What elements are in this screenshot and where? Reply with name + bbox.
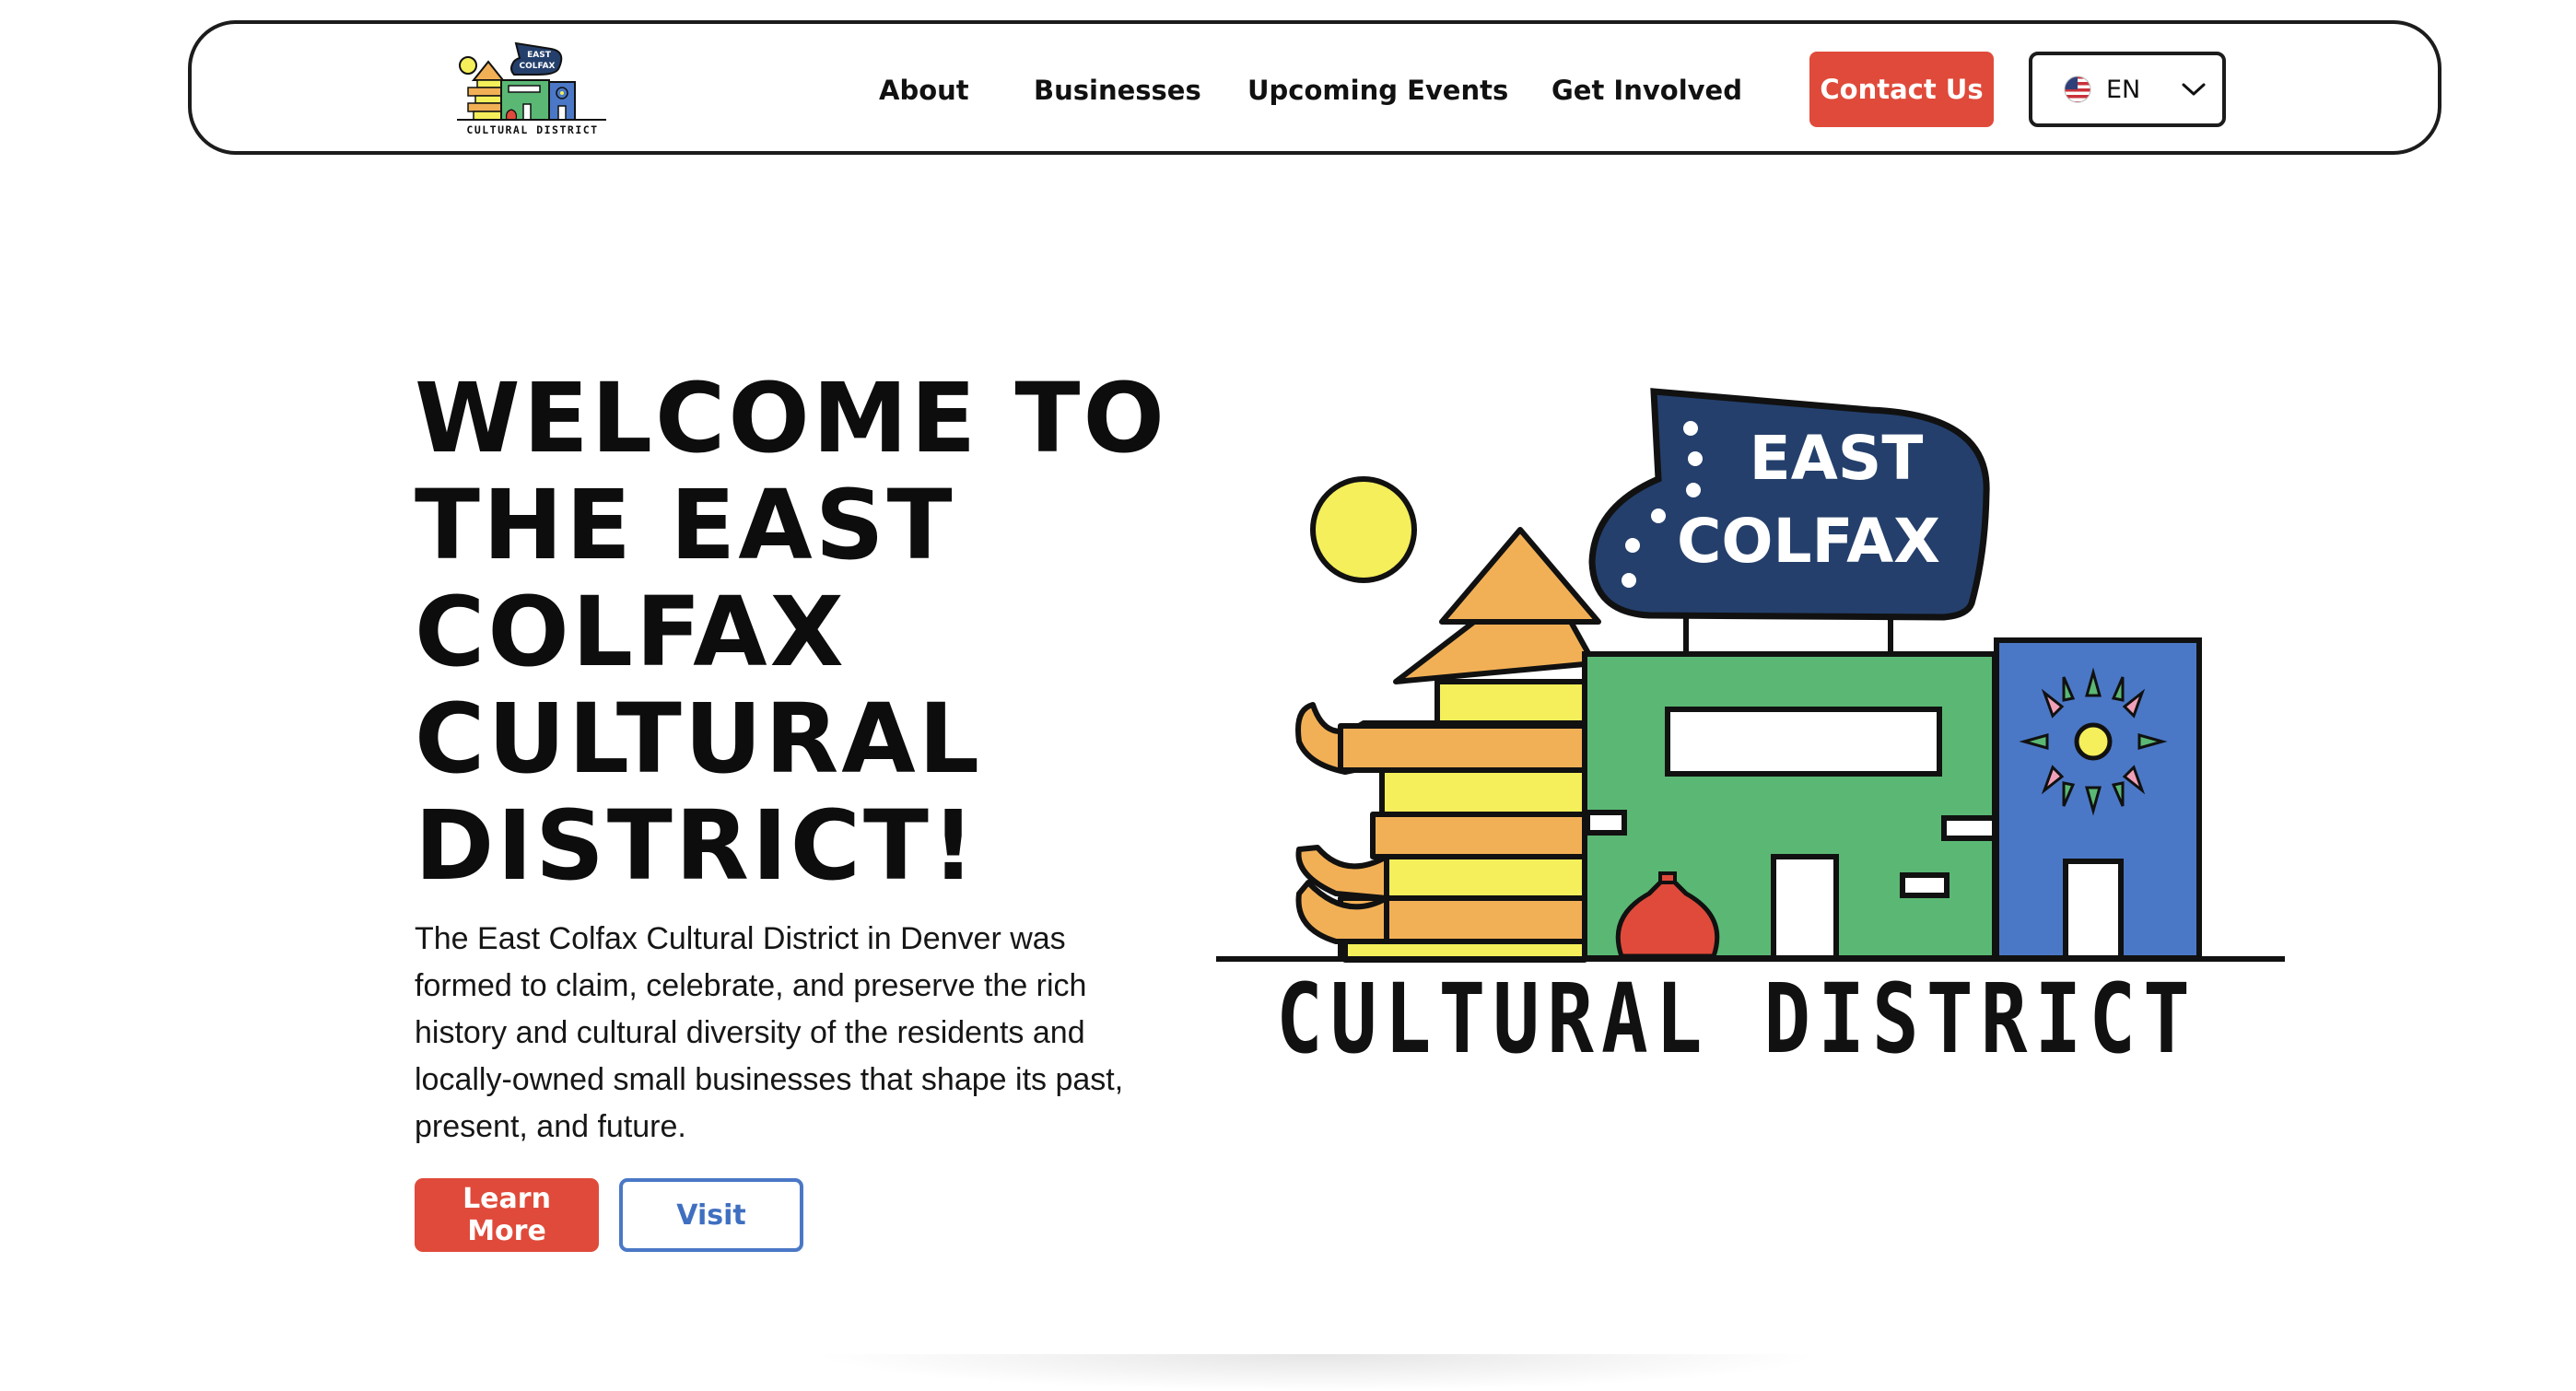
learn-more-button[interactable]: Learn More <box>415 1178 599 1252</box>
top-navbar: EAST COLFAX CULTURAL DISTRICT About Busi… <box>188 20 2441 155</box>
nav-link-businesses[interactable]: Businesses <box>1034 75 1201 106</box>
green-building-shape <box>1582 651 1997 961</box>
us-flag-icon <box>2064 76 2091 103</box>
district-illustration: EAST COLFAX CULTURAL DISTRICT <box>1216 388 2285 1075</box>
nav-link-get-involved[interactable]: Get Involved <box>1551 75 1742 106</box>
east-colfax-logo[interactable]: EAST COLFAX CULTURAL DISTRICT <box>448 38 614 139</box>
cultural-district-caption: CULTURAL DISTRICT <box>1276 963 2197 1075</box>
nav-link-upcoming-events[interactable]: Upcoming Events <box>1247 75 1508 106</box>
sign-text-east: EAST <box>1750 423 1924 494</box>
pagoda-shape <box>1295 527 1601 963</box>
language-label: EN <box>2106 75 2141 104</box>
chevron-down-icon <box>2182 83 2206 96</box>
logo-sign-east: EAST <box>527 51 552 60</box>
hero-description: The East Colfax Cultural District in Den… <box>415 921 1124 1144</box>
logo-sign-colfax: COLFAX <box>519 62 555 71</box>
sign-text-colfax: COLFAX <box>1677 506 1940 577</box>
visit-button[interactable]: Visit <box>619 1178 803 1252</box>
logo-caption: CULTURAL DISTRICT <box>466 123 598 136</box>
section-divider-shadow <box>811 1354 1824 1391</box>
blue-building-shape <box>1994 637 2202 961</box>
language-select[interactable]: EN <box>2029 52 2226 127</box>
hero-title: WELCOME TO THE EAST COLFAX CULTURAL DIST… <box>415 362 1167 902</box>
nav-link-about[interactable]: About <box>879 75 969 106</box>
sun-shape <box>1310 476 1417 583</box>
contact-us-button[interactable]: Contact Us <box>1809 52 1994 127</box>
